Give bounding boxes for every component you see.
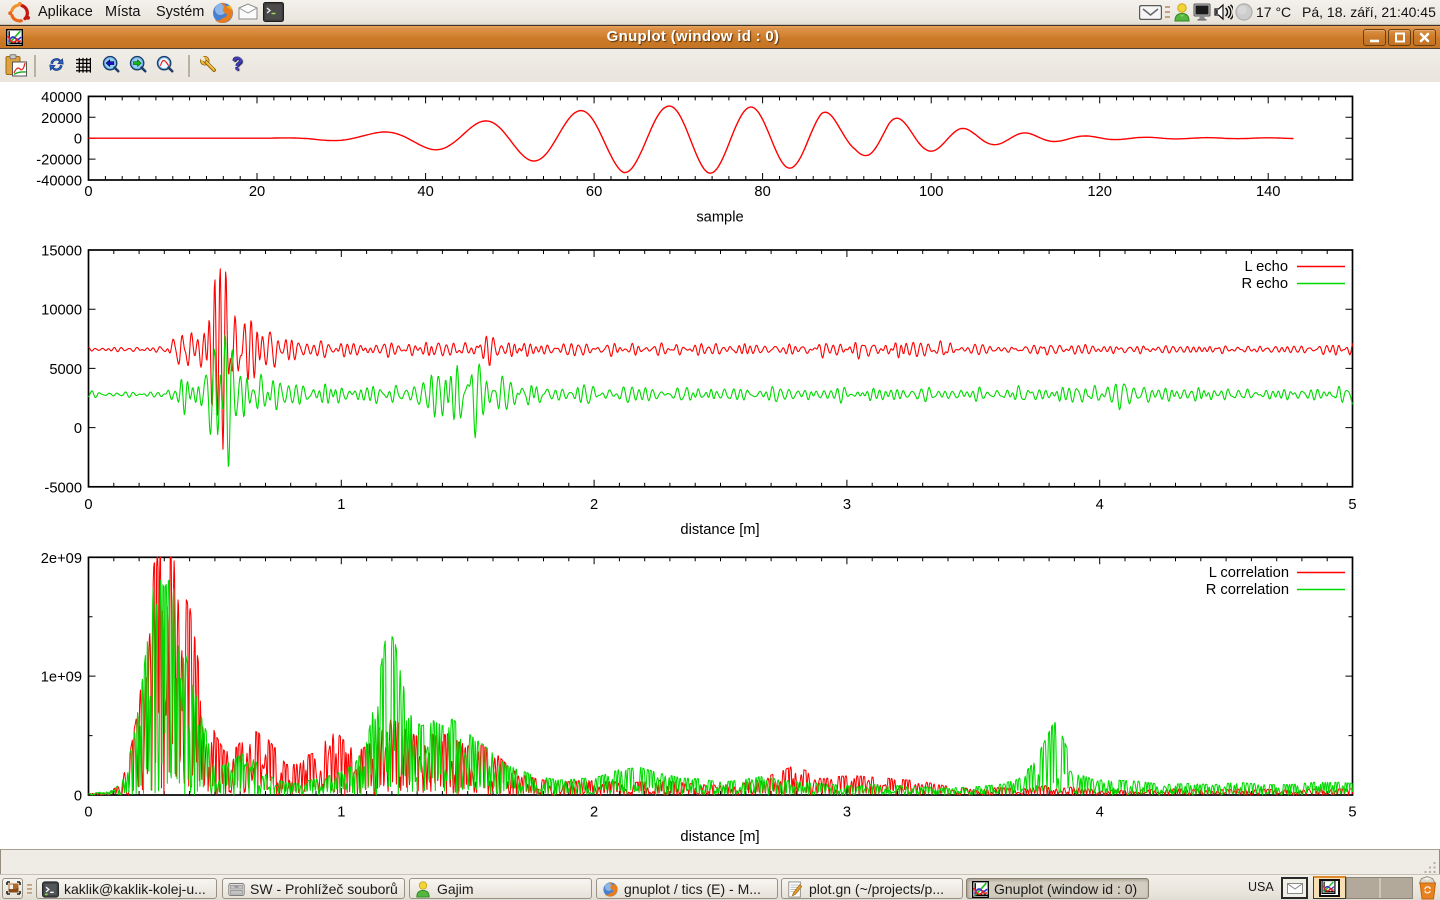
svg-text:40: 40 [417, 184, 433, 200]
svg-text:2: 2 [590, 497, 598, 513]
svg-text:0: 0 [74, 421, 82, 437]
svg-text:40000: 40000 [41, 90, 82, 106]
svg-text:0: 0 [74, 789, 82, 805]
svg-text:R correlation: R correlation [1206, 582, 1289, 598]
svg-text:1e+09: 1e+09 [41, 670, 82, 686]
svg-text:3: 3 [843, 805, 851, 821]
svg-text:4: 4 [1096, 805, 1104, 821]
svg-text:-5000: -5000 [44, 480, 82, 496]
svg-text:80: 80 [754, 184, 770, 200]
svg-text:L correlation: L correlation [1209, 565, 1289, 581]
svg-text:-20000: -20000 [36, 153, 82, 169]
svg-text:20: 20 [249, 184, 265, 200]
svg-text:2: 2 [590, 805, 598, 821]
svg-text:0: 0 [84, 184, 92, 200]
svg-text:15000: 15000 [41, 244, 82, 260]
svg-text:0: 0 [74, 132, 82, 148]
svg-text:0: 0 [84, 497, 92, 513]
svg-text:L echo: L echo [1244, 259, 1288, 275]
svg-text:5000: 5000 [49, 362, 82, 378]
svg-text:-40000: -40000 [36, 174, 82, 190]
svg-text:120: 120 [1087, 184, 1112, 200]
svg-text:distance [m]: distance [m] [680, 522, 759, 538]
svg-text:1: 1 [337, 805, 345, 821]
svg-text:0: 0 [84, 805, 92, 821]
svg-text:140: 140 [1256, 184, 1281, 200]
svg-text:100: 100 [919, 184, 944, 200]
svg-text:3: 3 [843, 497, 851, 513]
svg-text:R echo: R echo [1241, 276, 1288, 292]
svg-text:20000: 20000 [41, 111, 82, 127]
svg-text:4: 4 [1096, 497, 1104, 513]
svg-text:2e+09: 2e+09 [41, 551, 82, 567]
svg-text:10000: 10000 [41, 303, 82, 319]
svg-text:1: 1 [337, 497, 345, 513]
svg-text:distance [m]: distance [m] [680, 829, 759, 845]
svg-text:sample: sample [696, 210, 743, 226]
svg-text:5: 5 [1348, 805, 1356, 821]
svg-text:60: 60 [586, 184, 602, 200]
svg-text:5: 5 [1348, 497, 1356, 513]
